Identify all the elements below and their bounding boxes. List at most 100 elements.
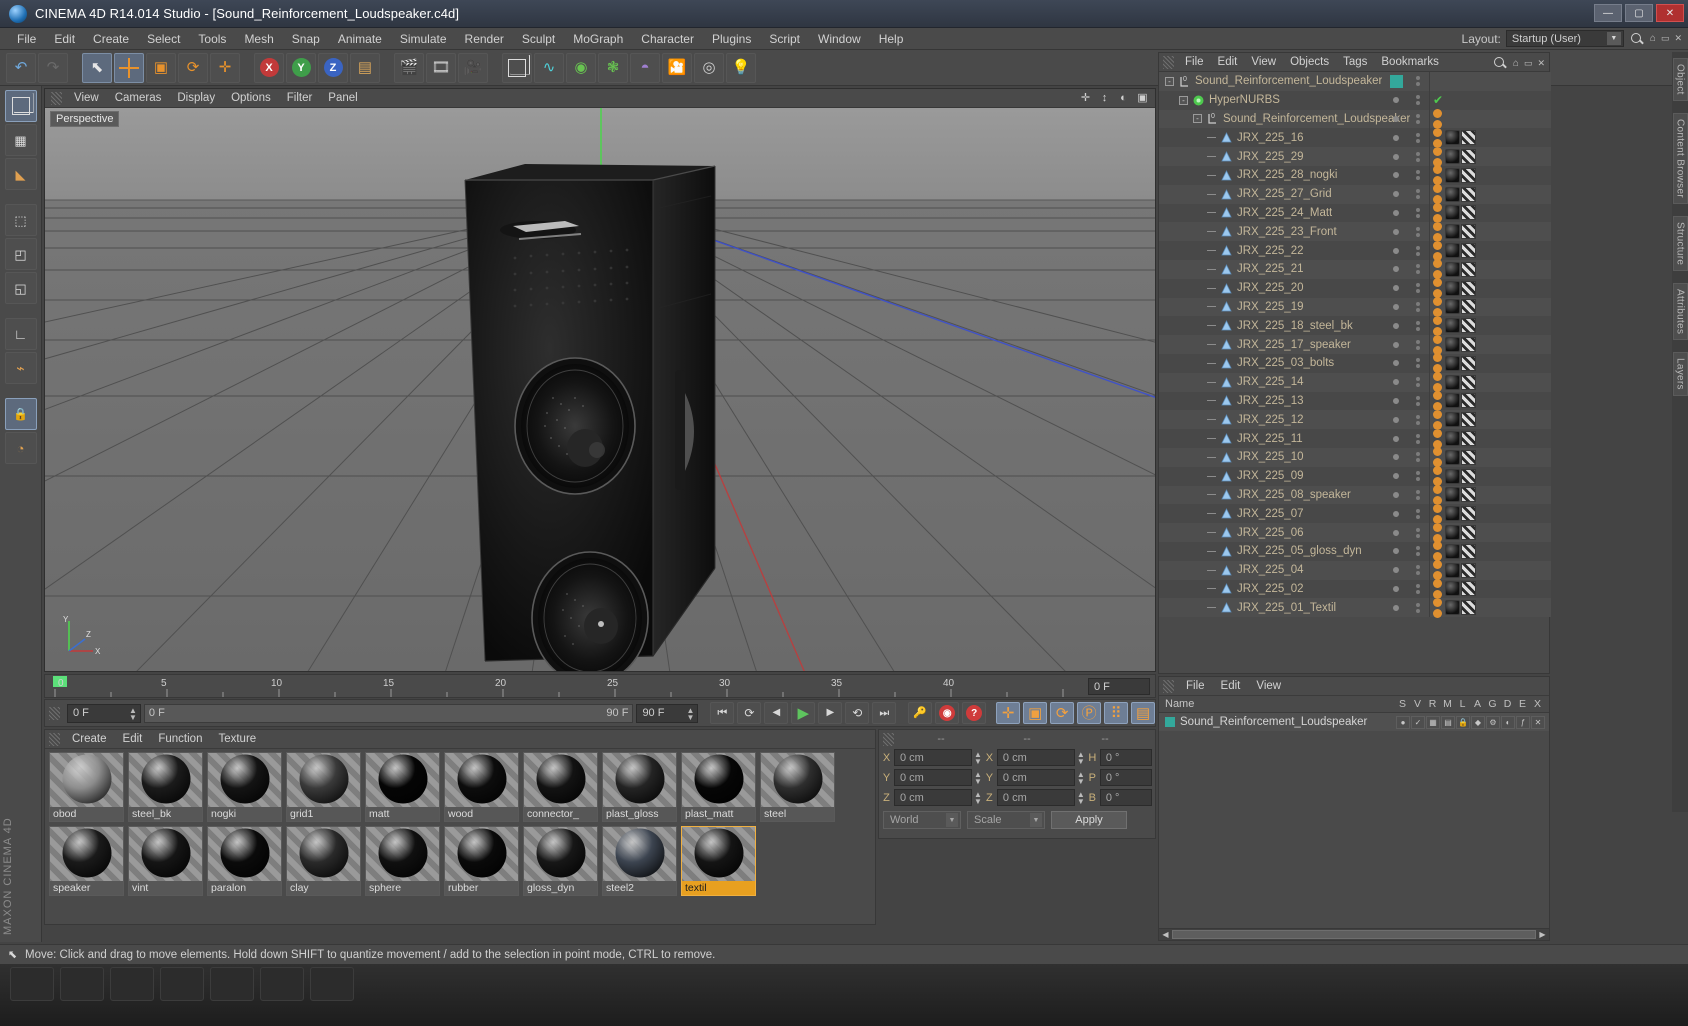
visibility-dots[interactable] [1385,153,1407,160]
render-visibility-dot-bottom[interactable] [1416,270,1420,275]
render-visibility-dot-top[interactable] [1416,395,1420,400]
material-tag-icon[interactable] [1445,318,1460,334]
visibility-dots[interactable] [1385,285,1407,292]
editor-visibility-dot[interactable] [1393,454,1399,461]
selection-tag-dot-1[interactable] [1433,353,1442,363]
scale-tool[interactable]: ▣ [146,52,176,83]
layer-generator-toggle[interactable]: ⚙ [1486,715,1500,729]
material-tag-icon[interactable] [1445,243,1460,259]
render-visibility-dots[interactable] [1407,76,1429,87]
render-visibility-dot-top[interactable] [1416,189,1420,194]
taskbar-item-4[interactable] [160,967,204,1001]
om-minimize-icon[interactable]: ▭ [1524,58,1533,69]
tab-structure[interactable]: Structure [1672,215,1688,271]
om-menu-objects[interactable]: Objects [1283,55,1336,69]
animation-layers-button[interactable]: ▤ [1131,702,1156,724]
editor-visibility-dot[interactable] [1393,379,1399,386]
visibility-dots[interactable] [1385,97,1407,104]
render-visibility-dot-top[interactable] [1416,565,1420,570]
render-visibility-dot-top[interactable] [1416,170,1420,175]
tab-content-browser[interactable]: Content Browser [1672,112,1688,204]
layer-render-toggle[interactable]: ▦ [1426,715,1440,729]
render-visibility-dot-bottom[interactable] [1416,195,1420,200]
selection-tag-dot-1[interactable] [1433,334,1442,344]
record-scale-button[interactable]: ▣ [1023,702,1048,724]
render-visibility-dots[interactable] [1407,527,1429,538]
editor-visibility-dot[interactable] [1393,247,1399,254]
material-swatch[interactable]: sphere [365,826,440,896]
menu-edit[interactable]: Edit [45,30,84,48]
layer-visible-toggle[interactable]: ✓ [1411,715,1425,729]
render-visibility-dot-bottom[interactable] [1416,119,1420,124]
render-visibility-dot-top[interactable] [1416,76,1420,81]
object-row[interactable]: - 0 Sound_Reinforcement_Loudspeaker [1159,72,1551,91]
world-object-coords-button[interactable]: ▤ [350,52,380,83]
material-swatch[interactable]: matt [365,752,440,822]
maximize-button[interactable]: ▢ [1625,4,1653,22]
texture-tag-icon[interactable] [1461,318,1476,334]
object-row[interactable]: JRX_225_06 [1159,522,1551,543]
visibility-dots[interactable] [1385,172,1407,179]
om-menu-tags[interactable]: Tags [1336,55,1374,69]
selection-tag-dot-1[interactable] [1433,146,1442,156]
selection-tag-dot-1[interactable] [1433,466,1442,476]
visibility-dots[interactable] [1385,604,1407,611]
render-visibility-dot-bottom[interactable] [1416,552,1420,557]
material-tag-icon[interactable] [1445,149,1460,165]
maximize-view-icon[interactable]: ▣ [1136,91,1149,104]
layer-menu-file[interactable]: File [1178,679,1213,693]
object-row[interactable]: JRX_225_04 [1159,560,1551,581]
material-tag-icon[interactable] [1445,167,1460,183]
visibility-dots[interactable] [1385,491,1407,498]
object-row[interactable]: JRX_225_08_speaker [1159,484,1551,505]
render-visibility-dot-top[interactable] [1416,264,1420,269]
layer-manager-toggle[interactable]: ▤ [1441,715,1455,729]
material-swatch[interactable]: textil [681,826,756,896]
render-visibility-dot-bottom[interactable] [1416,420,1420,425]
render-region-button[interactable]: 🎞 [426,52,456,83]
texture-tag-icon[interactable] [1461,449,1476,465]
texture-tag-icon[interactable] [1461,412,1476,428]
material-swatch[interactable]: speaker [49,826,124,896]
texture-tag-icon[interactable] [1461,525,1476,541]
selection-tag-dot-1[interactable] [1433,447,1442,457]
menu-file[interactable]: File [8,30,45,48]
render-visibility-dots[interactable] [1407,170,1429,181]
texture-tag-icon[interactable] [1461,167,1476,183]
texture-tag-icon[interactable] [1461,506,1476,522]
object-row[interactable]: JRX_225_22 [1159,240,1551,261]
editor-visibility-dot[interactable] [1393,491,1399,498]
texture-tag-icon[interactable] [1461,581,1476,597]
menu-help[interactable]: Help [870,30,913,48]
texture-tag-icon[interactable] [1461,261,1476,277]
keyframe-selection-button[interactable]: ⠿ [1104,702,1129,724]
menu-animate[interactable]: Animate [329,30,391,48]
record-pla-button[interactable]: Ⓟ [1077,702,1102,724]
texture-tag-icon[interactable] [1461,205,1476,221]
render-visibility-dots[interactable] [1407,452,1429,463]
selection-tag-dot-1[interactable] [1433,315,1442,325]
material-tag-icon[interactable] [1445,205,1460,221]
selection-tag-dot-1[interactable] [1433,428,1442,438]
visibility-dots[interactable] [1385,303,1407,310]
texture-tag-icon[interactable] [1461,468,1476,484]
render-visibility-dot-top[interactable] [1416,320,1420,325]
material-tag-icon[interactable] [1445,449,1460,465]
undo-button[interactable]: ↶ [6,52,36,83]
visibility-dots[interactable] [1385,360,1407,367]
menu-window[interactable]: Window [809,30,870,48]
coord-rotation-p[interactable]: 0 ° [1099,769,1152,786]
redo-button[interactable]: ↷ [38,52,68,83]
material-tag-icon[interactable] [1445,261,1460,277]
material-tag-icon[interactable] [1445,412,1460,428]
render-visibility-dots[interactable] [1407,189,1429,200]
material-tag-icon[interactable] [1445,355,1460,371]
render-view-button[interactable]: 🎬 [394,52,424,83]
dolly-view-icon[interactable]: ↕ [1098,91,1111,104]
material-tag-icon[interactable] [1445,431,1460,447]
editor-visibility-dot[interactable] [1393,341,1399,348]
add-deformer-button[interactable]: ◓ [630,52,660,83]
render-visibility-dot-bottom[interactable] [1416,138,1420,143]
render-visibility-dots[interactable] [1407,151,1429,162]
selection-tag-dot-2[interactable] [1433,608,1442,618]
